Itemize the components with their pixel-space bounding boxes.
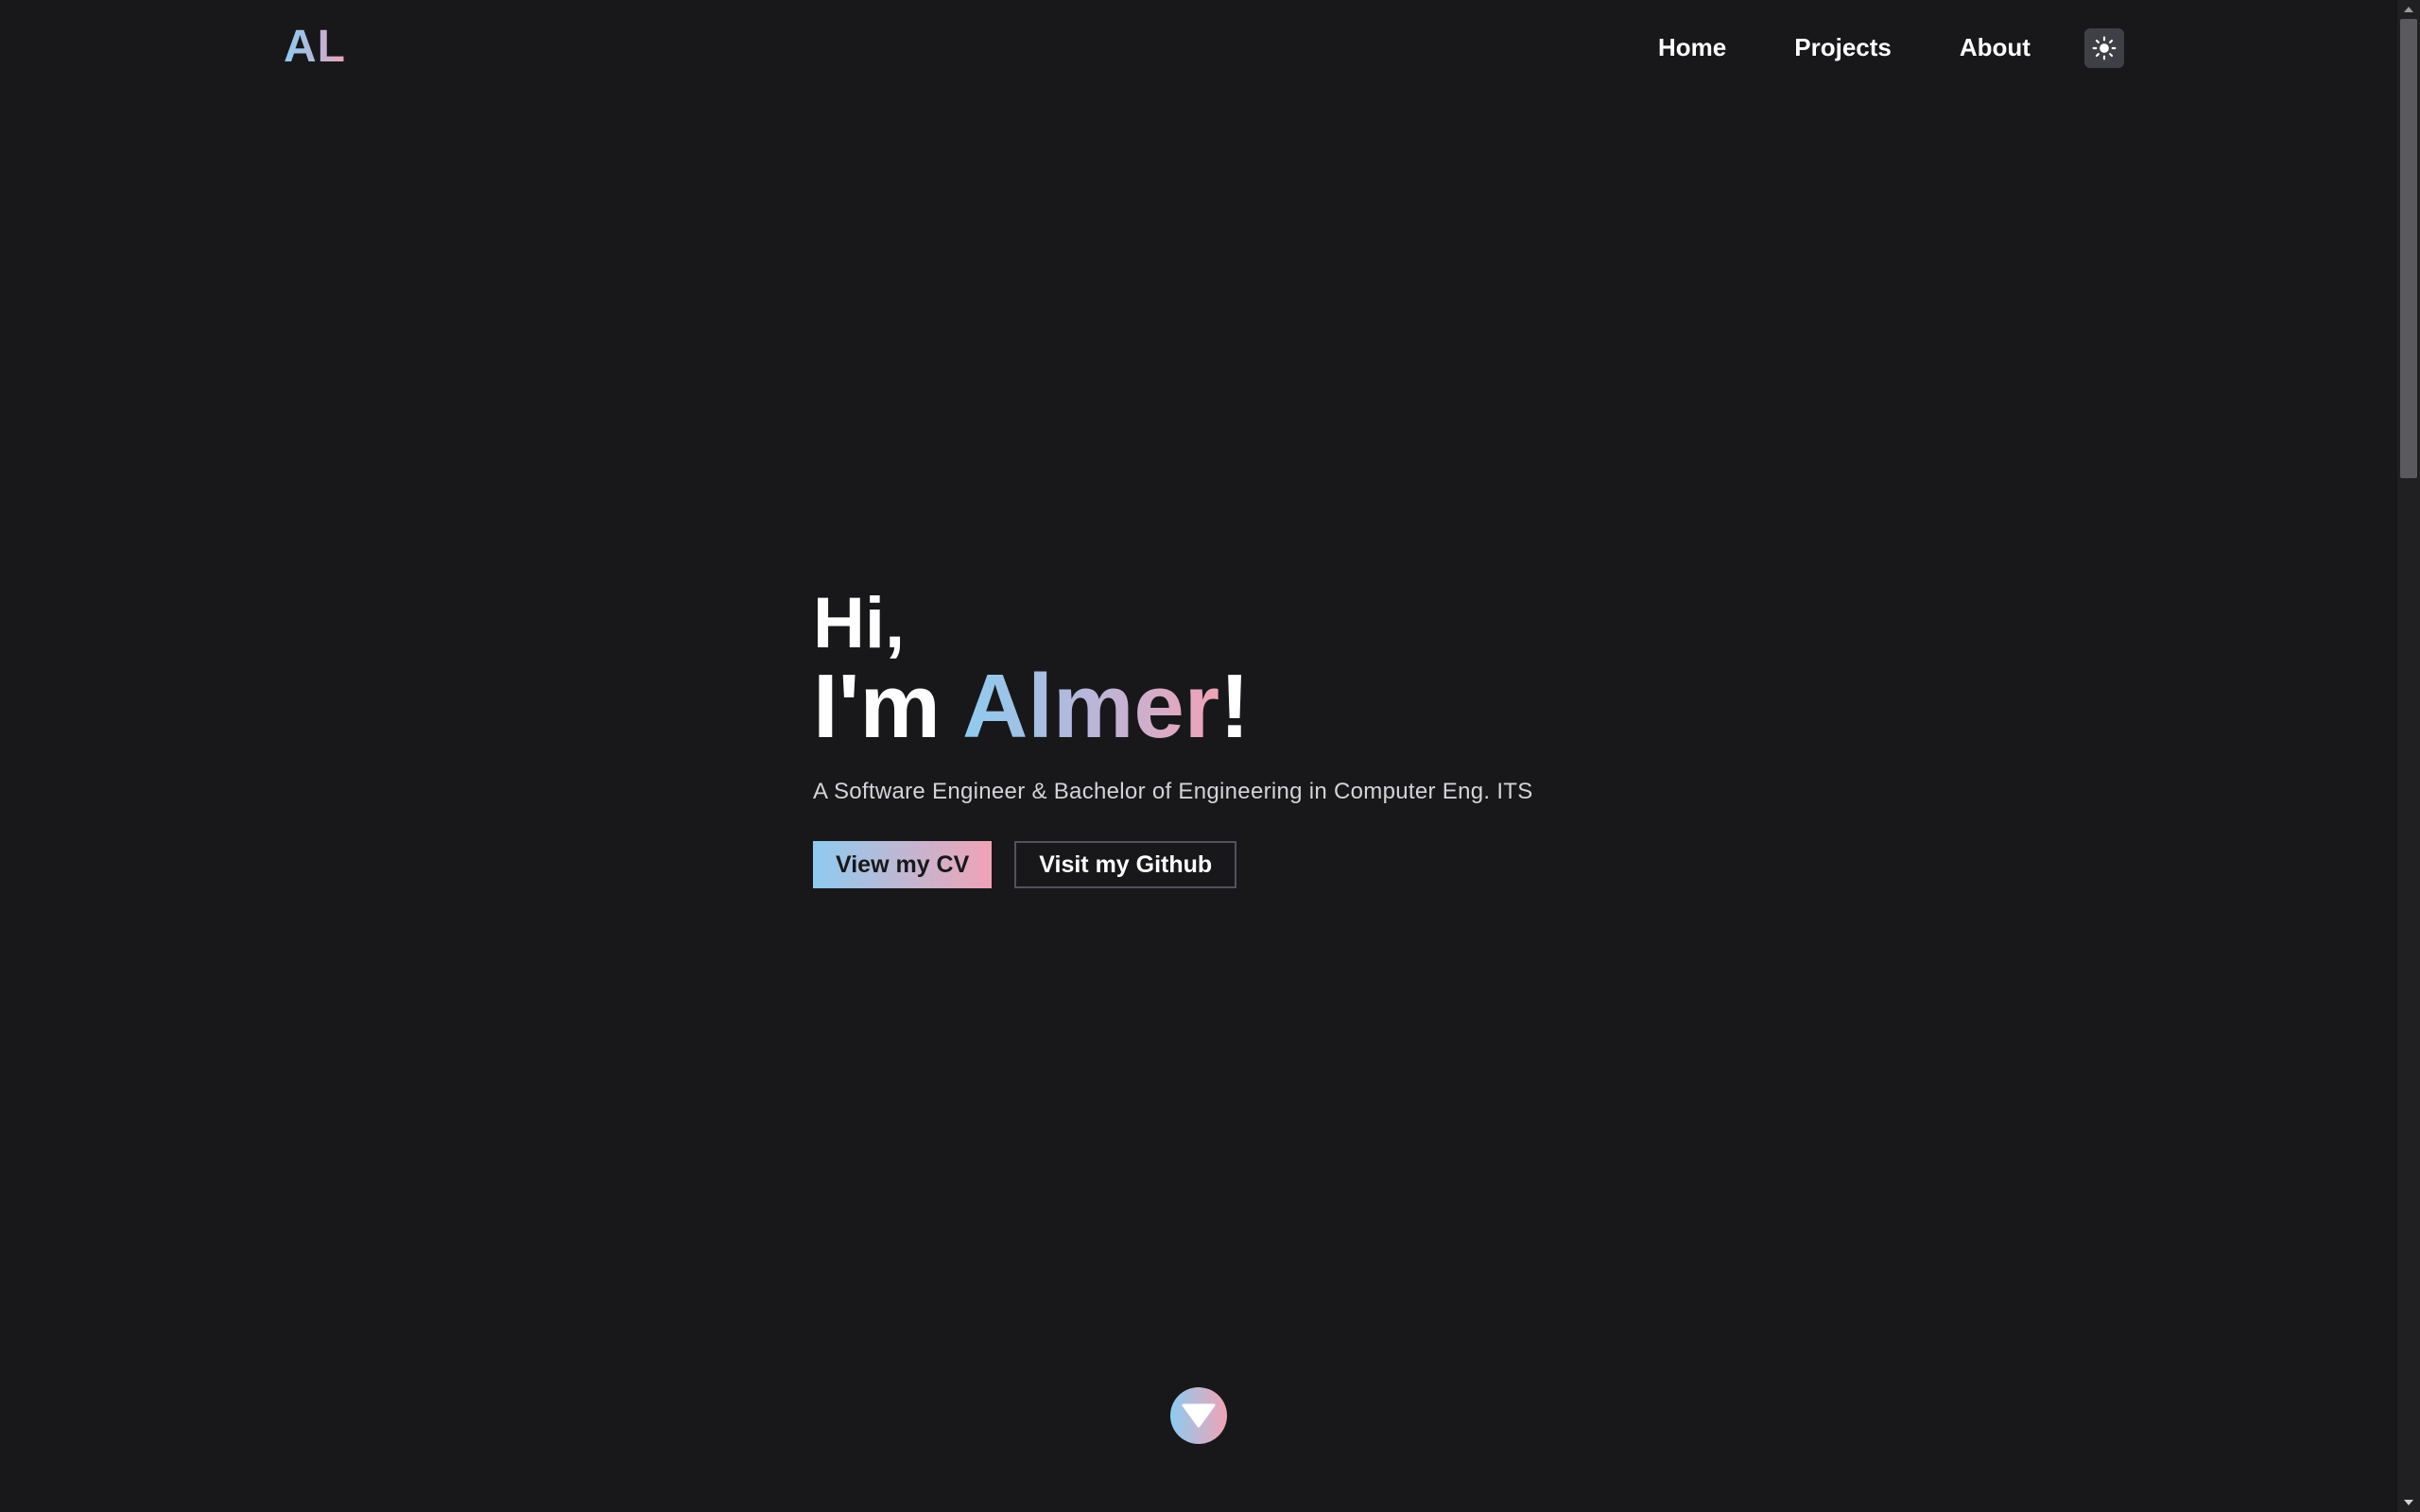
hero-buttons: View my CV Visit my Github bbox=[813, 841, 1533, 888]
scroll-down-button[interactable] bbox=[1170, 1387, 1227, 1444]
hero-section: Hi, I'm Almer! A Software Engineer & Bac… bbox=[813, 586, 1533, 888]
nav-about-link[interactable]: About bbox=[1960, 28, 2031, 66]
page-scrollbar[interactable] bbox=[2397, 0, 2420, 1512]
scroll-down-arrow-icon[interactable] bbox=[2397, 1493, 2420, 1512]
nav-projects-link[interactable]: Projects bbox=[1794, 28, 1892, 66]
hero-name: Almer bbox=[961, 656, 1220, 757]
sun-icon bbox=[2092, 36, 2117, 60]
theme-toggle-button[interactable] bbox=[2084, 28, 2124, 68]
visit-github-button[interactable]: Visit my Github bbox=[1014, 841, 1237, 888]
nav-home-link[interactable]: Home bbox=[1658, 28, 1726, 66]
scroll-up-arrow-icon[interactable] bbox=[2397, 0, 2420, 19]
logo[interactable]: AL bbox=[284, 21, 346, 74]
main-nav: Home Projects About bbox=[1658, 28, 2031, 66]
scrollbar-thumb[interactable] bbox=[2400, 19, 2417, 478]
hero-greeting: Hi, bbox=[813, 583, 906, 663]
hero-intro-suffix: ! bbox=[1219, 656, 1251, 757]
page: AL Home Projects About Hi, I'm Almer! A … bbox=[0, 0, 2420, 1512]
view-cv-button[interactable]: View my CV bbox=[813, 841, 993, 888]
hero-headline: I'm Almer! bbox=[813, 662, 1533, 752]
chevron-down-icon bbox=[1182, 1403, 1216, 1428]
hero-intro-prefix: I'm bbox=[813, 656, 962, 757]
hero-subtitle: A Software Engineer & Bachelor of Engine… bbox=[813, 779, 1533, 804]
